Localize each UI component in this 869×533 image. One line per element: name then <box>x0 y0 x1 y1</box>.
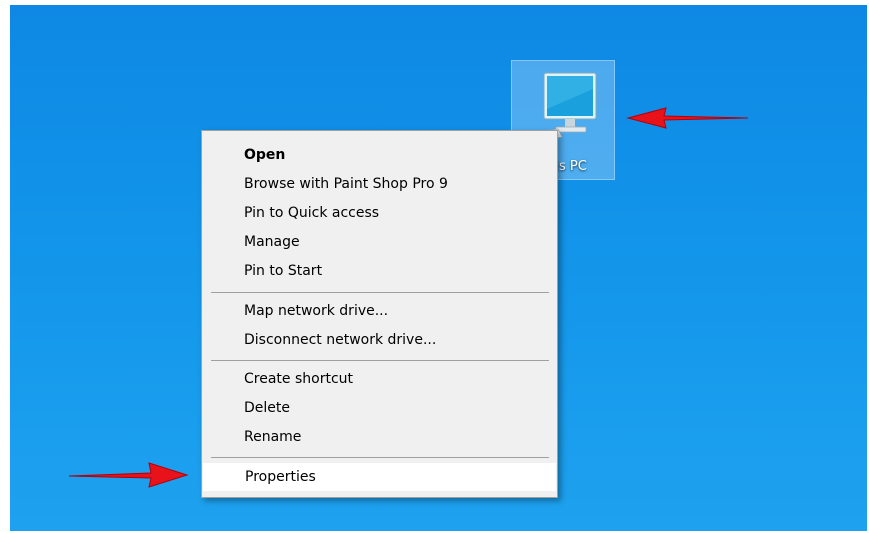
desktop[interactable]: This PC Open Browse with Paint Shop Pro … <box>10 5 867 531</box>
menu-item-delete[interactable]: Delete <box>202 394 557 422</box>
menu-item-pin-to-start[interactable]: Pin to Start <box>202 257 557 285</box>
red-arrow-icon-properties <box>68 462 189 488</box>
menu-item-disconnect-network-drive[interactable]: Disconnect network drive... <box>202 326 557 354</box>
menu-item-rename[interactable]: Rename <box>202 423 557 451</box>
red-arrow-icon-this-pc <box>626 107 749 129</box>
menu-item-properties[interactable]: Properties <box>203 463 556 491</box>
menu-item-open[interactable]: Open <box>202 141 557 169</box>
menu-item-manage[interactable]: Manage <box>202 228 557 256</box>
menu-separator <box>211 360 549 361</box>
context-menu: Open Browse with Paint Shop Pro 9 Pin to… <box>201 130 558 498</box>
menu-separator <box>211 457 549 458</box>
menu-item-create-shortcut[interactable]: Create shortcut <box>202 365 557 393</box>
menu-item-map-network-drive[interactable]: Map network drive... <box>202 297 557 325</box>
menu-separator <box>211 292 549 293</box>
menu-item-pin-to-quick-access[interactable]: Pin to Quick access <box>202 199 557 227</box>
menu-item-browse-with-paint-shop-pro[interactable]: Browse with Paint Shop Pro 9 <box>202 170 557 198</box>
